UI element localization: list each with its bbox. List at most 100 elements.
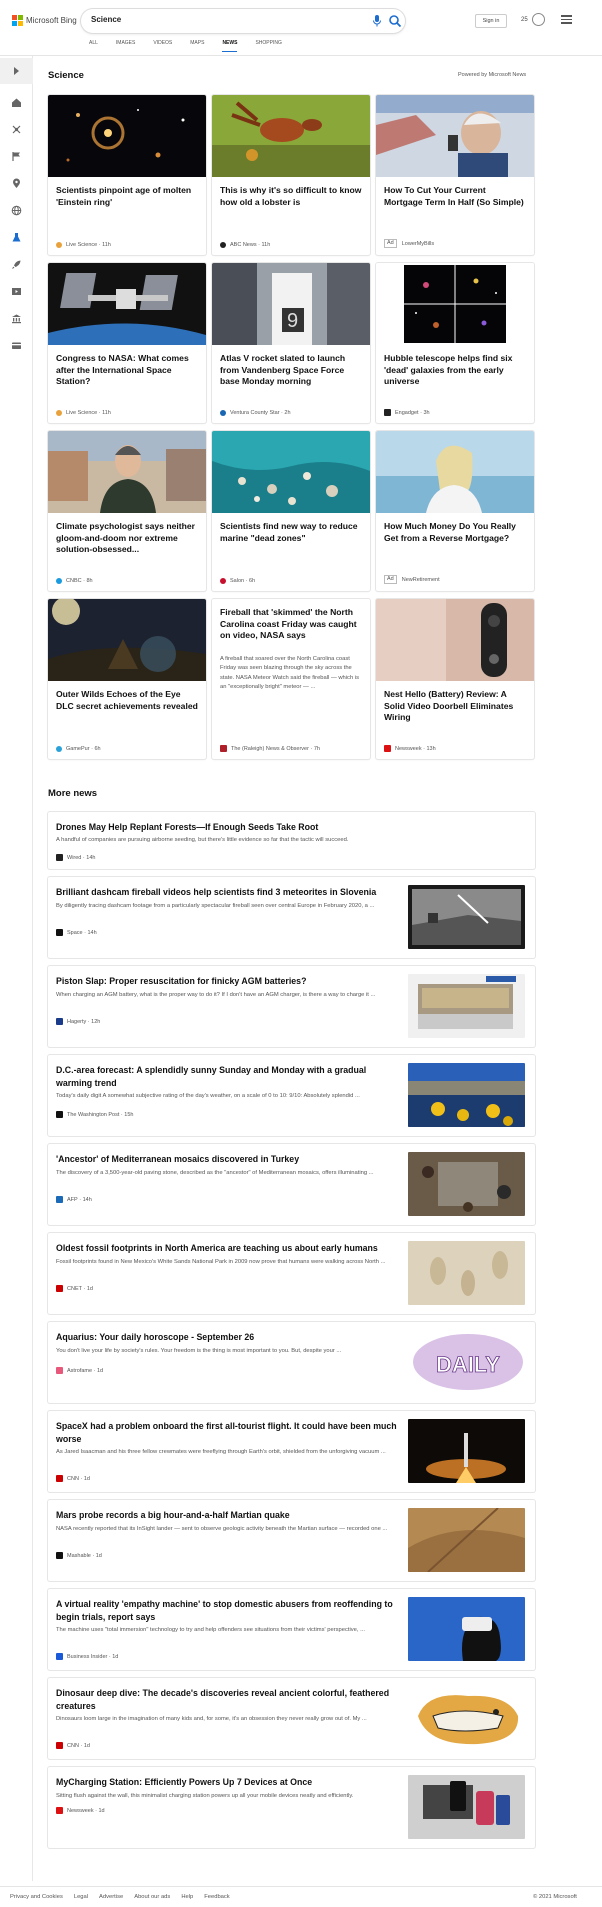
footer-link-help[interactable]: Help — [181, 1894, 193, 1900]
news-title[interactable]: Brilliant dashcam fireball videos help s… — [56, 886, 401, 899]
source-name: Wired — [67, 854, 82, 861]
news-card[interactable]: Scientists pinpoint age of molten 'Einst… — [48, 95, 206, 255]
news-card[interactable]: How Much Money Do You Really Get from a … — [376, 431, 534, 591]
card-title[interactable]: Scientists pinpoint age of molten 'Einst… — [56, 185, 198, 208]
tab-shopping[interactable]: SHOPPING — [255, 40, 281, 52]
rocket-icon[interactable] — [11, 259, 22, 270]
footer-link-feedback[interactable]: Feedback — [204, 1894, 229, 1900]
card-title[interactable]: How Much Money Do You Really Get from a … — [384, 521, 526, 544]
news-list-item[interactable]: SpaceX had a problem onboard the first a… — [48, 1411, 535, 1492]
news-card[interactable]: Scientists find new way to reduce marine… — [212, 431, 370, 591]
source-logo-icon — [220, 242, 226, 248]
location-pin-icon[interactable] — [11, 178, 22, 189]
news-title[interactable]: Aquarius: Your daily horoscope - Septemb… — [56, 1331, 401, 1344]
news-list-item[interactable]: A virtual reality 'empathy machine' to s… — [48, 1589, 535, 1670]
home-icon[interactable] — [11, 97, 22, 108]
card-title[interactable]: Climate psychologist says neither gloom-… — [56, 521, 198, 556]
source-name: NewRetirement — [401, 576, 440, 583]
card-image — [48, 599, 206, 681]
news-title[interactable]: MyCharging Station: Efficiently Powers U… — [56, 1776, 401, 1789]
card-source: Ad NewRetirement — [384, 575, 440, 584]
card-title[interactable]: Outer Wilds Echoes of the Eye DLC secret… — [56, 689, 198, 712]
news-card[interactable]: Nest Hello (Battery) Review: A Solid Vid… — [376, 599, 534, 759]
news-card[interactable]: How To Cut Your Current Mortgage Term In… — [376, 95, 534, 255]
expand-arrow-icon[interactable] — [0, 58, 33, 84]
card-title[interactable]: Hubble telescope helps find six 'dead' g… — [384, 353, 526, 388]
news-list-item[interactable]: Piston Slap: Proper resuscitation for fi… — [48, 966, 535, 1047]
card-icon[interactable] — [11, 340, 22, 351]
card-title[interactable]: Congress to NASA: What comes after the I… — [56, 353, 198, 388]
source-name: Live Science — [66, 410, 98, 416]
source-name: AFP — [67, 1196, 78, 1203]
card-title[interactable]: How To Cut Your Current Mortgage Term In… — [384, 185, 526, 208]
flag-icon[interactable] — [11, 151, 22, 162]
tab-news[interactable]: NEWS — [222, 40, 238, 52]
search-input[interactable]: Science — [91, 15, 121, 24]
news-title[interactable]: Mars probe records a big hour-and-a-half… — [56, 1509, 401, 1522]
card-title[interactable]: Atlas V rocket slated to launch from Van… — [220, 353, 362, 388]
news-title[interactable]: SpaceX had a problem onboard the first a… — [56, 1420, 401, 1445]
news-title[interactable]: D.C.-area forecast: A splendidly sunny S… — [56, 1064, 401, 1089]
search-box[interactable]: Science — [81, 9, 405, 33]
video-icon[interactable] — [11, 286, 22, 297]
news-card[interactable]: Outer Wilds Echoes of the Eye DLC secret… — [48, 599, 206, 759]
footer-link-about-ads[interactable]: About our ads — [134, 1894, 170, 1900]
card-body: A fireball that soared over the North Ca… — [220, 656, 359, 691]
card-title[interactable]: This is why it's so difficult to know ho… — [220, 185, 362, 208]
news-title[interactable]: Oldest fossil footprints in North Americ… — [56, 1242, 401, 1255]
source-logo-icon — [220, 410, 226, 416]
bank-icon[interactable] — [11, 313, 22, 324]
tab-maps[interactable]: MAPS — [190, 40, 204, 52]
card-image: 9 — [212, 263, 370, 345]
news-title[interactable]: Drones May Help Replant Forests—If Enoug… — [56, 821, 526, 834]
microphone-icon[interactable] — [371, 14, 383, 28]
source-logo-icon — [56, 746, 62, 752]
news-list-item[interactable]: Aquarius: Your daily horoscope - Septemb… — [48, 1322, 535, 1403]
news-list-item[interactable]: D.C.-area forecast: A splendidly sunny S… — [48, 1055, 535, 1136]
footer-link-privacy[interactable]: Privacy and Cookies — [10, 1894, 63, 1900]
rewards-trophy-icon[interactable] — [532, 13, 545, 26]
science-icon[interactable] — [11, 232, 22, 243]
source-name: Live Science — [66, 242, 98, 248]
tab-images[interactable]: IMAGES — [116, 40, 135, 52]
news-card[interactable]: 9 Atlas V rocket slated to launch from V… — [212, 263, 370, 423]
news-source: Wired · 14h — [56, 854, 95, 861]
news-title[interactable]: A virtual reality 'empathy machine' to s… — [56, 1598, 401, 1623]
footer-link-advertise[interactable]: Advertise — [99, 1894, 123, 1900]
source-name: CNN — [67, 1475, 79, 1482]
news-time: 1d — [95, 1552, 102, 1559]
news-list-item[interactable]: Mars probe records a big hour-and-a-half… — [48, 1500, 535, 1581]
news-thumbnail — [408, 1241, 525, 1305]
science-heading: Science — [48, 70, 84, 81]
search-icon[interactable] — [388, 14, 402, 28]
hamburger-menu-icon[interactable] — [561, 15, 572, 24]
card-title[interactable]: Scientists find new way to reduce marine… — [220, 521, 362, 544]
news-card[interactable]: Fireball that 'skimmed' the North Caroli… — [212, 599, 370, 759]
card-title[interactable]: Nest Hello (Battery) Review: A Solid Vid… — [384, 689, 526, 724]
news-desc: Today's daily digit A somewhat subjectiv… — [56, 1093, 360, 1099]
sign-in-button[interactable]: Sign in — [475, 14, 507, 28]
tab-videos[interactable]: VIDEOS — [153, 40, 172, 52]
news-card[interactable]: Hubble telescope helps find six 'dead' g… — [376, 263, 534, 423]
news-list-item[interactable]: MyCharging Station: Efficiently Powers U… — [48, 1767, 535, 1848]
tab-all[interactable]: ALL — [89, 40, 98, 52]
news-list-item[interactable]: Drones May Help Replant Forests—If Enoug… — [48, 812, 535, 869]
news-list-item[interactable]: Oldest fossil footprints in North Americ… — [48, 1233, 535, 1314]
rewards-points[interactable]: 25 — [521, 17, 528, 23]
news-card[interactable]: Climate psychologist says neither gloom-… — [48, 431, 206, 591]
news-title[interactable]: Piston Slap: Proper resuscitation for fi… — [56, 975, 401, 988]
globe-icon[interactable] — [11, 205, 22, 216]
news-title[interactable]: 'Ancestor' of Mediterranean mosaics disc… — [56, 1153, 401, 1166]
card-title[interactable]: Fireball that 'skimmed' the North Caroli… — [220, 607, 362, 642]
news-card[interactable]: This is why it's so difficult to know ho… — [212, 95, 370, 255]
news-list-item[interactable]: 'Ancestor' of Mediterranean mosaics disc… — [48, 1144, 535, 1225]
footer-link-legal[interactable]: Legal — [74, 1894, 88, 1900]
news-list-item[interactable]: Brilliant dashcam fireball videos help s… — [48, 877, 535, 958]
bing-logo[interactable]: Microsoft Bing — [12, 15, 77, 26]
source-name: LowerMyBills — [401, 240, 435, 247]
card-image — [376, 263, 534, 345]
news-list-item[interactable]: Dinosaur deep dive: The decade's discove… — [48, 1678, 535, 1759]
discover-icon[interactable] — [11, 124, 22, 135]
news-card[interactable]: Congress to NASA: What comes after the I… — [48, 263, 206, 423]
news-title[interactable]: Dinosaur deep dive: The decade's discove… — [56, 1687, 401, 1712]
